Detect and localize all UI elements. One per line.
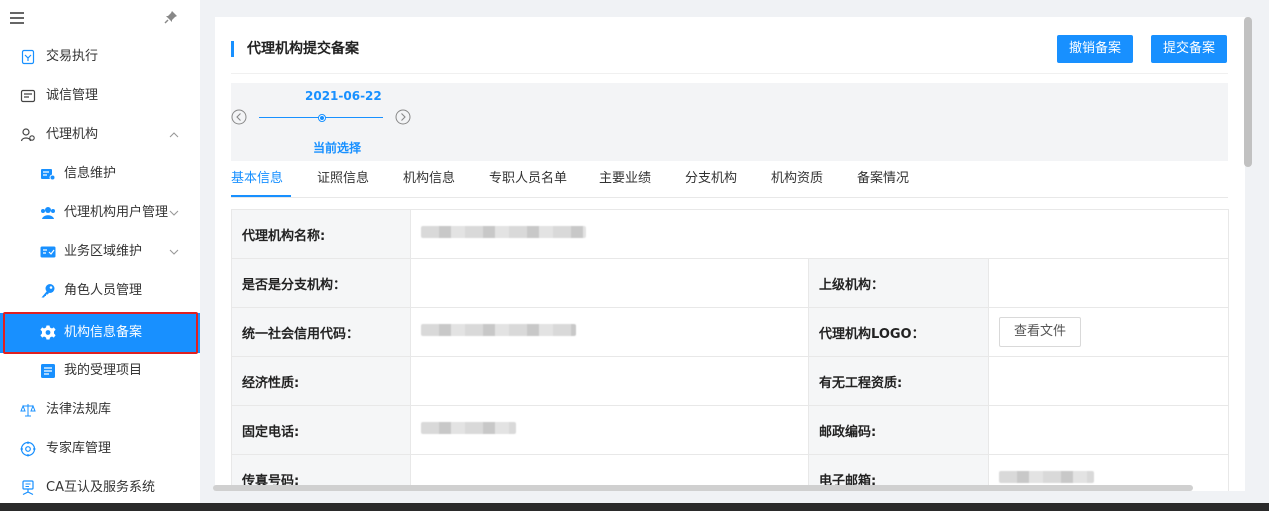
tab-staff-list[interactable]: 专职人员名单 (489, 171, 567, 187)
tab-license-info[interactable]: 证照信息 (317, 171, 369, 187)
trade-icon (21, 49, 35, 65)
submit-filing-button[interactable]: 提交备案 (1151, 35, 1228, 63)
phone-label: 固定电话: (231, 405, 411, 455)
sidebar-item-label: 代理机构用户管理 (64, 205, 169, 220)
sidebar: 交易执行 诚信管理 代理机构 信息维护 代理机构用户管理 业务区域维护 角色人员… (0, 0, 200, 511)
sidebar-item-label: 诚信管理 (46, 88, 99, 103)
view-file-button[interactable]: 查看文件 (999, 317, 1082, 347)
chevron-down-icon (169, 210, 179, 216)
tab-filing-status[interactable]: 备案情况 (857, 171, 909, 187)
table-row: 代理机构名称: (231, 209, 1229, 259)
header-divider (231, 73, 1228, 74)
tab-org-info[interactable]: 机构信息 (403, 171, 455, 187)
ca-icon (22, 480, 34, 496)
table-row: 固定电话: 邮政编码: (231, 405, 1229, 455)
sidebar-item-label: 角色人员管理 (64, 283, 143, 298)
sidebar-item-trade[interactable]: 交易执行 (0, 38, 200, 76)
sidebar-item-label: 交易执行 (46, 49, 99, 64)
sidebar-item-law[interactable]: 法律法规库 (0, 391, 200, 429)
timeline-current-label: 当前选择 (313, 141, 362, 155)
gear-icon (40, 325, 56, 340)
timeline-date[interactable]: 2021-06-22 (305, 89, 382, 103)
sidebar-item-my-projects[interactable]: 我的受理项目 (0, 352, 200, 390)
is-branch-label: 是否是分支机构： (231, 258, 411, 308)
economic-nature-label: 经济性质: (231, 356, 411, 406)
sidebar-item-info-maintain[interactable]: 信息维护 (0, 155, 200, 193)
is-branch-value (410, 258, 809, 308)
vertical-scrollbar[interactable] (1244, 17, 1252, 167)
sidebar-item-label: 业务区域维护 (64, 244, 143, 259)
qualification-value (988, 356, 1229, 406)
table-row: 经济性质: 有无工程资质: (231, 356, 1229, 406)
phone-value (410, 405, 809, 455)
expert-icon (20, 441, 36, 457)
qualification-label: 有无工程资质: (808, 356, 989, 406)
chevron-left-circle-icon[interactable] (231, 109, 247, 125)
redacted-value (421, 324, 576, 336)
sidebar-item-label: 代理机构 (46, 127, 99, 142)
parent-org-value (988, 258, 1229, 308)
horizontal-scrollbar[interactable] (213, 485, 1193, 491)
pin-icon[interactable] (163, 9, 179, 25)
key-icon (41, 284, 55, 298)
sidebar-item-label: CA互认及服务系统 (46, 480, 155, 495)
sidebar-item-label: 我的受理项目 (64, 363, 143, 378)
agency-icon (20, 128, 35, 142)
page-title: 代理机构提交备案 (247, 41, 359, 57)
users-icon (41, 207, 55, 219)
active-tab-indicator (231, 195, 291, 197)
parent-org-label: 上级机构： (808, 258, 989, 308)
sidebar-item-label: 信息维护 (64, 166, 117, 181)
sidebar-item-label: 法律法规库 (46, 402, 112, 417)
redacted-value (421, 422, 516, 434)
postal-code-label: 邮政编码: (808, 405, 989, 455)
sidebar-item-experts[interactable]: 专家库管理 (0, 430, 200, 468)
region-icon (40, 246, 56, 258)
agency-name-label: 代理机构名称: (231, 209, 411, 259)
sidebar-item-ca[interactable]: CA互认及服务系统 (0, 469, 200, 507)
basic-info-table: 代理机构名称: 是否是分支机构： 上级机构： 统一社会信用代码： 代理机构LOG… (231, 209, 1229, 491)
sidebar-item-integrity[interactable]: 诚信管理 (0, 77, 200, 115)
list-icon (41, 364, 55, 378)
tab-performance[interactable]: 主要业绩 (599, 171, 651, 187)
tab-bar: 基本信息 证照信息 机构信息 专职人员名单 主要业绩 分支机构 机构资质 备案情… (231, 167, 1228, 198)
version-timeline: 2021-06-22 当前选择 (231, 83, 1228, 161)
sidebar-item-label: 机构信息备案 (64, 325, 143, 340)
tab-basic-info[interactable]: 基本信息 (231, 171, 283, 187)
title-accent-bar (231, 41, 234, 57)
main-card: 代理机构提交备案 撤销备案 提交备案 2021-06-22 当前选择 基本信息 … (215, 17, 1245, 491)
table-row: 是否是分支机构： 上级机构： (231, 258, 1229, 308)
sidebar-item-label: 专家库管理 (46, 441, 112, 456)
economic-nature-value (410, 356, 809, 406)
table-row: 统一社会信用代码： 代理机构LOGO： 查看文件 (231, 307, 1229, 357)
timeline-node[interactable] (318, 114, 326, 122)
sidebar-item-agency-users[interactable]: 代理机构用户管理 (0, 194, 200, 232)
sidebar-item-org-filing[interactable]: 机构信息备案 (0, 313, 200, 353)
chevron-down-icon (169, 249, 179, 255)
redacted-value (421, 226, 586, 238)
sidebar-item-agency[interactable]: 代理机构 (0, 116, 200, 154)
sidebar-item-roles[interactable]: 角色人员管理 (0, 272, 200, 310)
chevron-right-circle-icon[interactable] (395, 109, 411, 125)
redacted-value (999, 471, 1094, 483)
info-edit-icon (41, 169, 56, 181)
postal-code-value (988, 405, 1229, 455)
sidebar-item-region[interactable]: 业务区域维护 (0, 233, 200, 271)
integrity-icon (20, 89, 36, 103)
sidebar-header (0, 0, 200, 38)
credit-code-label: 统一社会信用代码： (231, 307, 411, 357)
logo-label: 代理机构LOGO： (808, 307, 989, 357)
menu-toggle-icon[interactable] (10, 12, 24, 24)
taskbar-strip (0, 503, 1269, 511)
tab-branches[interactable]: 分支机构 (685, 171, 737, 187)
agency-name-value (410, 209, 1229, 259)
scale-icon (20, 404, 36, 417)
tab-qualifications[interactable]: 机构资质 (771, 171, 823, 187)
revoke-filing-button[interactable]: 撤销备案 (1057, 35, 1134, 63)
logo-value: 查看文件 (988, 307, 1229, 357)
credit-code-value (410, 307, 809, 357)
chevron-up-icon (169, 132, 179, 138)
